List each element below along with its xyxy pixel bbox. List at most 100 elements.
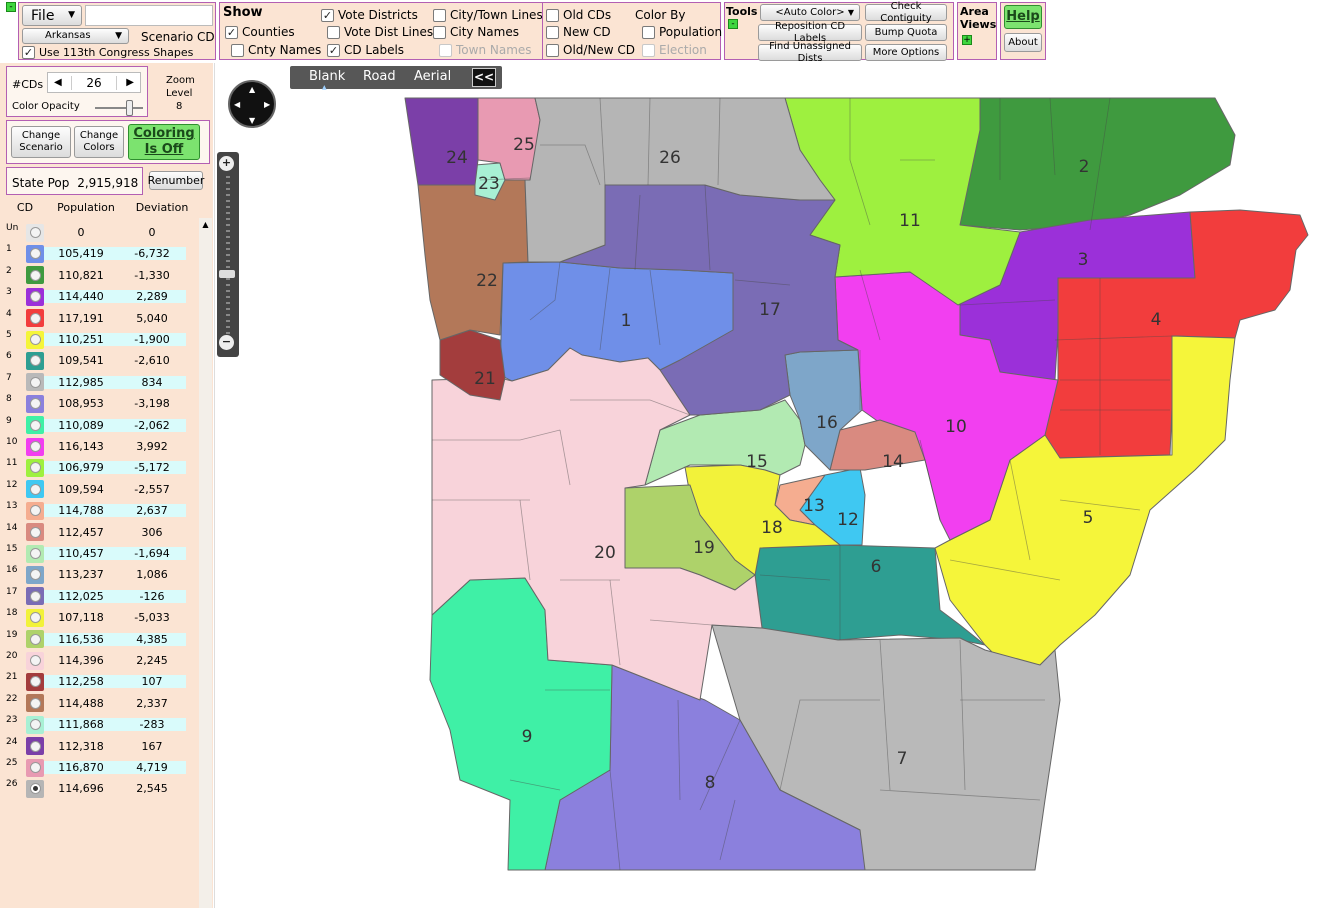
table-row[interactable]: 21 112,258 107 xyxy=(6,671,194,692)
district-color-swatch[interactable] xyxy=(26,758,44,777)
radio-icon[interactable] xyxy=(29,612,41,624)
radio-icon[interactable] xyxy=(29,227,41,238)
old-cds-checkbox[interactable]: Old CDs xyxy=(546,8,611,22)
table-row[interactable]: 26 114,696 2,545 xyxy=(6,778,194,799)
check-contiguity-button[interactable]: Check Contiguity xyxy=(865,1,947,24)
bump-quota-button[interactable]: Bump Quota xyxy=(865,24,947,41)
scroll-up-icon[interactable]: ▲ xyxy=(199,218,212,229)
tab-aerial[interactable]: Aerial xyxy=(414,69,451,84)
district-map[interactable]: 1234567891011121314151617181920212223242… xyxy=(380,90,1320,880)
district-color-swatch[interactable] xyxy=(26,394,44,413)
counties-checkbox[interactable]: ✓ Counties xyxy=(225,25,295,39)
table-row[interactable]: 13 114,788 2,637 xyxy=(6,500,194,521)
table-row[interactable]: 12 109,594 -2,557 xyxy=(6,479,194,500)
table-row[interactable]: 16 113,237 1,086 xyxy=(6,564,194,585)
table-row[interactable]: 25 116,870 4,719 xyxy=(6,757,194,778)
coloring-toggle-button[interactable]: Coloring Is Off xyxy=(128,124,200,160)
district-color-swatch[interactable] xyxy=(26,630,44,649)
radio-icon[interactable] xyxy=(29,441,41,452)
district-color-swatch[interactable] xyxy=(26,651,44,670)
district-color-swatch[interactable] xyxy=(26,480,44,499)
renumber-button[interactable]: Renumber xyxy=(148,171,204,190)
radio-icon[interactable] xyxy=(29,569,41,581)
table-scrollbar[interactable]: ▲ xyxy=(199,218,212,908)
district-color-swatch[interactable] xyxy=(26,608,44,627)
about-button[interactable]: About xyxy=(1004,33,1042,52)
zoom-in-icon[interactable]: + xyxy=(219,156,234,171)
new-cd-checkbox[interactable]: New CD xyxy=(546,25,611,39)
radio-icon[interactable] xyxy=(29,483,41,495)
district-color-swatch[interactable] xyxy=(26,694,44,713)
table-row[interactable]: 7 112,985 834 xyxy=(6,372,194,393)
table-row[interactable]: 22 114,488 2,337 xyxy=(6,693,194,714)
radio-icon[interactable] xyxy=(29,334,41,345)
table-row[interactable]: 18 107,118 -5,033 xyxy=(6,607,194,628)
district-color-swatch[interactable] xyxy=(26,501,44,520)
arrow-right-icon[interactable]: ▶ xyxy=(126,77,134,88)
radio-icon[interactable] xyxy=(29,676,41,688)
district-color-swatch[interactable] xyxy=(26,672,44,691)
radio-icon[interactable] xyxy=(29,248,41,260)
use-shapes-checkbox[interactable]: ✓ Use 113th Congress Shapes xyxy=(22,46,193,59)
town-names-checkbox[interactable]: Town Names xyxy=(439,43,532,57)
radio-icon[interactable] xyxy=(29,462,41,474)
tools-collapse-icon[interactable]: - xyxy=(728,19,738,29)
district-color-swatch[interactable] xyxy=(26,309,44,328)
zoom-control[interactable]: + − xyxy=(217,152,239,357)
area-views-expand-icon[interactable]: + xyxy=(962,35,972,45)
pan-right-icon[interactable]: ▶ xyxy=(264,100,270,109)
change-scenario-button[interactable]: Change Scenario xyxy=(11,126,71,158)
table-row[interactable]: Un 0 0 xyxy=(6,222,194,243)
table-row[interactable]: 10 116,143 3,992 xyxy=(6,436,194,457)
color-by-population-checkbox[interactable]: Population xyxy=(642,25,722,39)
table-row[interactable]: 20 114,396 2,245 xyxy=(6,650,194,671)
table-row[interactable]: 4 117,191 5,040 xyxy=(6,308,194,329)
cnty-names-checkbox[interactable]: Cnty Names xyxy=(231,43,321,57)
radio-icon[interactable] xyxy=(29,505,41,517)
radio-icon[interactable] xyxy=(29,398,41,410)
radio-icon[interactable] xyxy=(29,312,41,324)
district-color-swatch[interactable] xyxy=(26,715,44,734)
radio-icon[interactable] xyxy=(29,719,41,731)
table-row[interactable]: 24 112,318 167 xyxy=(6,736,194,757)
table-row[interactable]: 5 110,251 -1,900 xyxy=(6,329,194,350)
auto-color-select[interactable]: <Auto Color> ▼ xyxy=(760,4,860,21)
table-row[interactable]: 1 105,419 -6,732 xyxy=(6,243,194,264)
table-row[interactable]: 17 112,025 -126 xyxy=(6,586,194,607)
cd-labels-checkbox[interactable]: ✓ CD Labels xyxy=(327,43,404,57)
vote-districts-checkbox[interactable]: ✓ Vote Districts xyxy=(321,8,418,22)
district-24[interactable] xyxy=(404,97,479,186)
pan-down-icon[interactable]: ▼ xyxy=(249,116,255,125)
district-color-swatch[interactable] xyxy=(26,565,44,584)
scenario-name-input[interactable] xyxy=(85,5,213,26)
district-color-swatch[interactable] xyxy=(26,330,44,349)
radio-icon[interactable] xyxy=(29,419,41,431)
color-by-election-checkbox[interactable]: Election xyxy=(642,43,707,57)
table-row[interactable]: 6 109,541 -2,610 xyxy=(6,350,194,371)
state-select[interactable]: Arkansas ▼ xyxy=(22,28,129,44)
radio-icon[interactable] xyxy=(29,590,41,602)
district-color-swatch[interactable] xyxy=(26,373,44,392)
vote-dist-lines-checkbox[interactable]: Vote Dist Lines xyxy=(327,25,433,39)
radio-icon[interactable] xyxy=(29,269,41,281)
zoom-thumb[interactable] xyxy=(219,270,235,278)
pan-left-icon[interactable]: ◀ xyxy=(234,100,240,109)
table-row[interactable]: 3 114,440 2,289 xyxy=(6,286,194,307)
file-button[interactable]: File ▼ xyxy=(22,5,82,26)
reposition-labels-button[interactable]: Reposition CD Labels xyxy=(758,21,862,44)
zoom-track[interactable] xyxy=(226,176,230,336)
radio-icon[interactable] xyxy=(29,548,41,559)
district-color-swatch[interactable] xyxy=(26,223,44,242)
radio-icon[interactable] xyxy=(29,697,41,709)
collapse-map-types-button[interactable]: << xyxy=(472,68,496,87)
slider-thumb[interactable] xyxy=(126,100,133,116)
tab-road[interactable]: Road xyxy=(363,69,396,84)
district-color-swatch[interactable] xyxy=(26,287,44,306)
district-color-swatch[interactable] xyxy=(26,266,44,285)
radio-icon[interactable] xyxy=(29,655,41,666)
table-row[interactable]: 9 110,089 -2,062 xyxy=(6,415,194,436)
table-row[interactable]: 2 110,821 -1,330 xyxy=(6,265,194,286)
table-row[interactable]: 14 112,457 306 xyxy=(6,522,194,543)
table-row[interactable]: 19 116,536 4,385 xyxy=(6,629,194,650)
radio-icon[interactable] xyxy=(29,355,41,367)
